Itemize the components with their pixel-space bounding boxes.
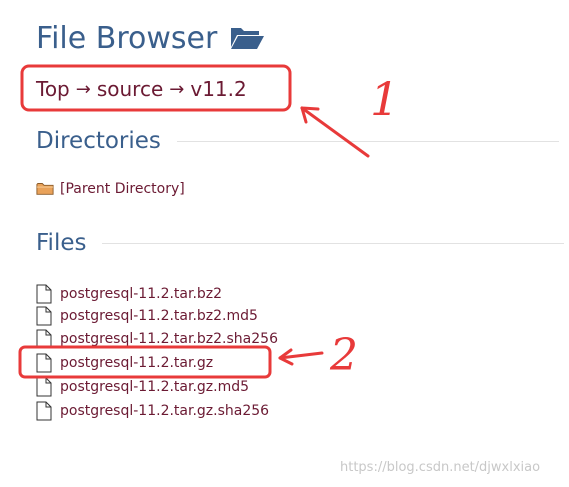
- page-title: File Browser: [36, 18, 265, 58]
- file-icon: [36, 306, 54, 326]
- annotation-mark-1: 1: [370, 72, 400, 126]
- file-icon: [36, 353, 54, 373]
- page-title-text: File Browser: [36, 20, 218, 56]
- file-link-tar-gz-md5[interactable]: postgresql-11.2.tar.gz.md5: [36, 376, 249, 398]
- annotation-mark-2: 2: [330, 330, 358, 381]
- section-divider: [176, 140, 559, 142]
- files-section-header: Files: [36, 226, 565, 260]
- section-divider: [102, 242, 565, 244]
- file-icon: [36, 284, 54, 304]
- file-icon: [36, 401, 54, 421]
- file-link-tar-gz-sha256[interactable]: postgresql-11.2.tar.gz.sha256: [36, 400, 269, 422]
- breadcrumb-separator: →: [75, 78, 91, 100]
- file-link-label: postgresql-11.2.tar.bz2.md5: [60, 308, 258, 324]
- breadcrumb-item-source[interactable]: source: [97, 77, 163, 101]
- file-link-tar-bz2[interactable]: postgresql-11.2.tar.bz2: [36, 283, 222, 305]
- file-icon: [36, 329, 54, 349]
- directories-section-header: Directories: [36, 124, 559, 158]
- annotation-arrow-2: [278, 351, 324, 360]
- file-link-tar-gz[interactable]: postgresql-11.2.tar.gz: [36, 352, 213, 374]
- folder-icon: [36, 179, 54, 199]
- file-link-label: postgresql-11.2.tar.gz: [60, 355, 214, 371]
- breadcrumb-separator: →: [169, 78, 185, 100]
- breadcrumb-item-version[interactable]: v11.2: [190, 77, 246, 101]
- directories-heading: Directories: [36, 128, 161, 154]
- breadcrumb-item-top[interactable]: Top: [36, 77, 70, 101]
- parent-directory-link[interactable]: [Parent Directory]: [36, 178, 185, 200]
- breadcrumb: Top → source → v11.2: [36, 74, 247, 104]
- file-link-tar-bz2-sha256[interactable]: postgresql-11.2.tar.bz2.sha256: [36, 328, 278, 350]
- files-heading: Files: [36, 230, 87, 256]
- parent-directory-label: [Parent Directory]: [60, 181, 185, 197]
- file-icon: [36, 377, 54, 397]
- watermark: https://blog.csdn.net/djwxlxiao: [340, 460, 541, 475]
- file-link-label: postgresql-11.2.tar.bz2.sha256: [60, 331, 278, 347]
- file-link-tar-bz2-md5[interactable]: postgresql-11.2.tar.bz2.md5: [36, 305, 258, 327]
- file-link-label: postgresql-11.2.tar.gz.sha256: [60, 403, 270, 419]
- file-link-label: postgresql-11.2.tar.gz.md5: [60, 379, 250, 395]
- file-link-label: postgresql-11.2.tar.bz2: [60, 286, 223, 302]
- folder-open-icon: [229, 25, 265, 51]
